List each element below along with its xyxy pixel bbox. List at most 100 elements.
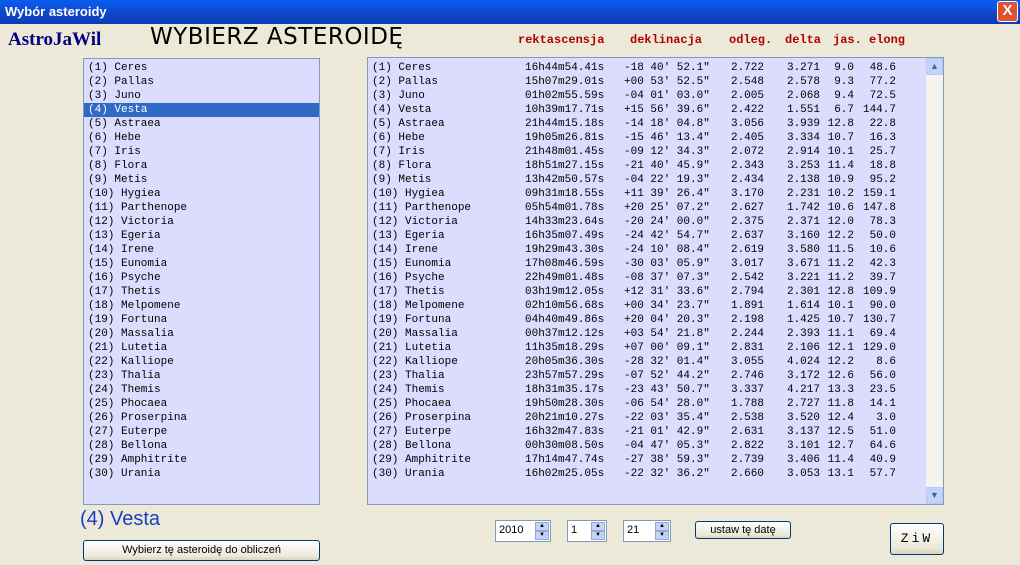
- cell-name: (27) Euterpe: [372, 426, 452, 438]
- year-spinner[interactable]: 2010 ▲ ▼: [495, 520, 551, 542]
- cell-name: (17) Thetis: [372, 286, 445, 298]
- close-icon[interactable]: X: [997, 1, 1018, 22]
- list-item[interactable]: (10) Hygiea: [84, 187, 319, 201]
- list-item[interactable]: (16) Psyche: [84, 271, 319, 285]
- list-item[interactable]: (13) Egeria: [84, 229, 319, 243]
- cell-ra: 16h44m54.41s: [525, 62, 605, 74]
- cell-elong: 3.0: [876, 412, 896, 424]
- cell-elong: 25.7: [869, 146, 896, 158]
- cell-mag: 12.8: [827, 118, 854, 130]
- cell-elong: 39.7: [869, 272, 896, 284]
- list-item[interactable]: (30) Urania: [84, 467, 319, 481]
- list-item[interactable]: (20) Massalia: [84, 327, 319, 341]
- cell-elong: 159.1: [862, 188, 896, 200]
- window-title: Wybór asteroidy: [5, 4, 107, 19]
- cell-delta: 2.231: [786, 188, 820, 200]
- cell-ra: 05h54m01.78s: [525, 202, 605, 214]
- list-item[interactable]: (18) Melpomene: [84, 299, 319, 313]
- cell-mag: 9.4: [834, 90, 854, 102]
- spin-down-icon[interactable]: ▼: [535, 531, 549, 540]
- table-row: (22) Kalliope 20h05m36.30s -28 32' 01.4" 3.…: [368, 355, 926, 369]
- list-item[interactable]: (28) Bellona: [84, 439, 319, 453]
- list-item[interactable]: (23) Thalia: [84, 369, 319, 383]
- cell-mag: 11.5: [827, 244, 854, 256]
- list-item[interactable]: (17) Thetis: [84, 285, 319, 299]
- list-item[interactable]: (14) Irene: [84, 243, 319, 257]
- list-item[interactable]: (6) Hebe: [84, 131, 319, 145]
- table-row: (3) Juno 01h02m55.59s -04 01' 03.0" 2.005 2.…: [368, 89, 926, 103]
- cell-delta: 3.939: [786, 118, 820, 130]
- table-scrollbar[interactable]: ▲ ▼: [926, 58, 943, 504]
- spin-up-icon[interactable]: ▲: [591, 522, 605, 531]
- cell-dist: 2.422: [730, 104, 764, 116]
- list-item[interactable]: (3) Juno: [84, 89, 319, 103]
- list-item[interactable]: (5) Astraea: [84, 117, 319, 131]
- cell-delta: 2.914: [786, 146, 820, 158]
- table-row: (18) Melpomene 02h10m56.68s +00 34' 23.7" 1…: [368, 299, 926, 313]
- cell-delta: 2.727: [786, 398, 820, 410]
- cell-elong: 69.4: [869, 328, 896, 340]
- cell-elong: 22.8: [869, 118, 896, 130]
- day-spinner[interactable]: 21 ▲ ▼: [623, 520, 671, 542]
- month-spinner[interactable]: 1 ▲ ▼: [567, 520, 607, 542]
- spin-up-icon[interactable]: ▲: [535, 522, 549, 531]
- list-item[interactable]: (19) Fortuna: [84, 313, 319, 327]
- cell-dist: 2.619: [730, 244, 764, 256]
- cell-dec: +15 56' 39.6": [624, 104, 710, 116]
- spin-up-icon[interactable]: ▲: [655, 522, 669, 531]
- cell-name: (23) Thalia: [372, 370, 445, 382]
- spin-down-icon[interactable]: ▼: [655, 531, 669, 540]
- list-item[interactable]: (7) Iris: [84, 145, 319, 159]
- cell-ra: 13h42m50.57s: [525, 174, 605, 186]
- list-item[interactable]: (26) Proserpina: [84, 411, 319, 425]
- list-item[interactable]: (21) Lutetia: [84, 341, 319, 355]
- cell-elong: 50.0: [869, 230, 896, 242]
- list-item[interactable]: (2) Pallas: [84, 75, 319, 89]
- table-row: (28) Bellona 00h30m08.50s -04 47' 05.3" 2.8…: [368, 439, 926, 453]
- spin-down-icon[interactable]: ▼: [591, 531, 605, 540]
- cell-mag: 12.8: [827, 286, 854, 298]
- table-row: (9) Metis 13h42m50.57s -04 22' 19.3" 2.434 2…: [368, 173, 926, 187]
- cell-ra: 20h05m36.30s: [525, 356, 605, 368]
- selected-asteroid-label: (4) Vesta: [80, 508, 161, 530]
- title-bar[interactable]: Wybór asteroidy X: [0, 0, 1020, 24]
- cell-ra: 10h39m17.71s: [525, 104, 605, 116]
- list-item[interactable]: (27) Euterpe: [84, 425, 319, 439]
- cell-name: (25) Phocaea: [372, 398, 452, 410]
- cell-elong: 18.8: [869, 160, 896, 172]
- cell-elong: 56.0: [869, 370, 896, 382]
- list-item[interactable]: (12) Victoria: [84, 215, 319, 229]
- cell-delta: 1.425: [786, 314, 820, 326]
- cell-dist: 3.337: [730, 384, 764, 396]
- cell-name: (22) Kalliope: [372, 356, 458, 368]
- cell-delta: 1.614: [786, 300, 820, 312]
- cell-mag: 11.2: [827, 272, 854, 284]
- cell-mag: 12.6: [827, 370, 854, 382]
- ziw-button[interactable]: ZiW: [890, 523, 944, 555]
- cell-elong: 14.1: [869, 398, 896, 410]
- list-item[interactable]: (15) Eunomia: [84, 257, 319, 271]
- list-item[interactable]: (11) Parthenope: [84, 201, 319, 215]
- cell-delta: 2.393: [786, 328, 820, 340]
- list-item[interactable]: (22) Kalliope: [84, 355, 319, 369]
- cell-delta: 3.137: [786, 426, 820, 438]
- choose-asteroid-button[interactable]: Wybierz tę asteroidę do obliczeń: [83, 540, 320, 561]
- list-item[interactable]: (9) Metis: [84, 173, 319, 187]
- list-item[interactable]: (8) Flora: [84, 159, 319, 173]
- cell-elong: 40.9: [869, 454, 896, 466]
- cell-ra: 15h07m29.01s: [525, 76, 605, 88]
- list-item[interactable]: (4) Vesta: [84, 103, 319, 117]
- scroll-down-arrow-icon[interactable]: ▼: [926, 487, 943, 504]
- table-row: (4) Vesta 10h39m17.71s +15 56' 39.6" 2.422 1…: [368, 103, 926, 117]
- asteroid-listbox[interactable]: (1) Ceres (2) Pallas (3) Juno (4) Vesta (5) …: [83, 58, 320, 505]
- list-item[interactable]: (29) Amphitrite: [84, 453, 319, 467]
- cell-mag: 13.1: [827, 468, 854, 480]
- list-item[interactable]: (24) Themis: [84, 383, 319, 397]
- cell-mag: 11.2: [827, 258, 854, 270]
- list-item[interactable]: (25) Phocaea: [84, 397, 319, 411]
- scroll-up-arrow-icon[interactable]: ▲: [926, 58, 943, 75]
- cell-elong: 144.7: [862, 104, 896, 116]
- cell-delta: 2.138: [786, 174, 820, 186]
- set-date-button[interactable]: ustaw tę datę: [695, 521, 791, 539]
- list-item[interactable]: (1) Ceres: [84, 61, 319, 75]
